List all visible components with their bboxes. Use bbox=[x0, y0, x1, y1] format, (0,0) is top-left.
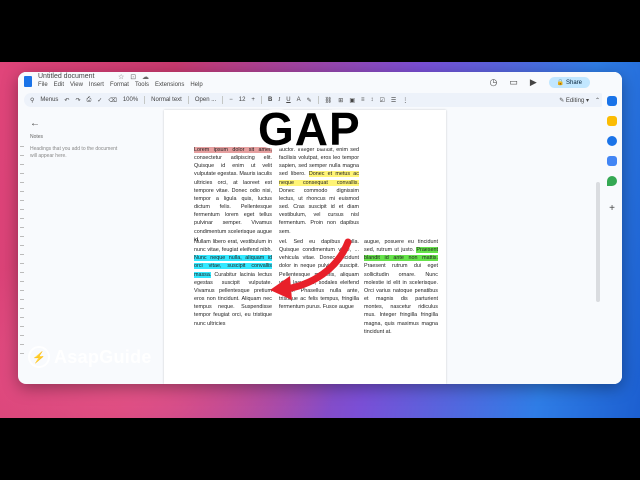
title-bar: Untitled document ☆ ⊡ ☁ File Edit View I… bbox=[18, 72, 622, 90]
paragraph-text: Praesent rutrum dui eget sollicitudin or… bbox=[364, 263, 438, 335]
align-icon[interactable]: ≡ bbox=[361, 97, 365, 103]
share-button[interactable]: 🔒 Share bbox=[548, 76, 590, 88]
menu-edit[interactable]: Edit bbox=[54, 82, 64, 88]
contacts-icon[interactable] bbox=[607, 156, 617, 166]
divider bbox=[144, 96, 146, 104]
meet-icon[interactable]: ▶ bbox=[530, 77, 537, 88]
red-arrow-icon bbox=[270, 238, 352, 300]
outline-hint: Headings that you add to the document wi… bbox=[30, 146, 118, 159]
letterbox-top bbox=[0, 0, 640, 62]
side-panel-rail: + bbox=[602, 72, 622, 384]
undo-icon[interactable]: ↶ bbox=[64, 97, 69, 104]
letterbox-bottom bbox=[0, 418, 640, 480]
font-size-decrease-icon[interactable]: − bbox=[229, 97, 233, 103]
menu-bar: File Edit View Insert Format Tools Exten… bbox=[38, 82, 203, 88]
column-1-bottom: Nullam libero erat, vestibulum in nunc v… bbox=[194, 238, 272, 328]
collapse-toolbar-icon[interactable]: ⌃ bbox=[595, 97, 600, 104]
redo-icon[interactable]: ↷ bbox=[75, 97, 80, 104]
outline-label: Notes bbox=[30, 134, 44, 140]
menu-view[interactable]: View bbox=[70, 82, 83, 88]
tasks-icon[interactable] bbox=[607, 136, 617, 146]
column-3-bottom: augue, posuere eu tincidunt sed, rutrum … bbox=[364, 238, 438, 336]
document-outline-panel: ← Notes Headings that you add to the doc… bbox=[18, 110, 163, 384]
divider bbox=[187, 96, 189, 104]
outline-back-icon[interactable]: ← bbox=[30, 118, 40, 129]
menu-help[interactable]: Help bbox=[190, 82, 202, 88]
paragraph-text: Donec commodo dignissim lectus, ut rhonc… bbox=[279, 187, 359, 235]
style-select[interactable]: Normal text bbox=[151, 97, 182, 103]
title-action-icons[interactable]: ☆ ⊡ ☁ bbox=[118, 73, 151, 81]
menu-tools[interactable]: Tools bbox=[135, 82, 149, 88]
font-select[interactable]: Open ... bbox=[195, 97, 216, 103]
brand-name: AsapGuide bbox=[54, 346, 152, 367]
search-menus-input[interactable]: Menus bbox=[40, 97, 58, 103]
font-size-increase-icon[interactable]: + bbox=[251, 97, 255, 103]
paragraph-text: consectetur adipiscing elit. Quisque id … bbox=[194, 155, 272, 243]
zoom-select[interactable]: 100% bbox=[123, 97, 138, 103]
brand-watermark: ⚡ AsapGuide bbox=[28, 346, 152, 368]
bullet-list-icon[interactable]: ☰ bbox=[391, 97, 396, 104]
document-scrollbar[interactable] bbox=[596, 182, 600, 302]
editing-mode-label: Editing bbox=[565, 97, 585, 104]
comment-icon[interactable]: ▭ bbox=[509, 77, 518, 88]
maps-icon[interactable] bbox=[607, 176, 617, 186]
menu-file[interactable]: File bbox=[38, 82, 48, 88]
keep-icon[interactable] bbox=[607, 116, 617, 126]
divider bbox=[222, 96, 224, 104]
document-title[interactable]: Untitled document bbox=[38, 73, 94, 80]
column-1-top: Lorem ipsum dolor sit amet, consectetur … bbox=[194, 146, 272, 244]
search-menus-icon[interactable]: ⚲ bbox=[30, 97, 34, 104]
more-icon[interactable]: ⋮ bbox=[402, 97, 408, 104]
overlay-title: GAP bbox=[258, 103, 361, 155]
share-label: Share bbox=[565, 79, 582, 86]
history-icon[interactable]: ◷ bbox=[490, 77, 498, 88]
line-spacing-icon[interactable]: ↕ bbox=[371, 97, 374, 103]
menu-format[interactable]: Format bbox=[110, 82, 129, 88]
menu-extensions[interactable]: Extensions bbox=[155, 82, 184, 88]
calendar-icon[interactable] bbox=[607, 96, 617, 106]
spellcheck-icon[interactable]: ✓ bbox=[97, 97, 102, 104]
print-icon[interactable]: ⎙ bbox=[86, 97, 91, 104]
add-addon-icon[interactable]: + bbox=[607, 204, 617, 214]
top-right-controls: ◷ ▭ ▶ 🔒 Share bbox=[490, 76, 614, 88]
checklist-icon[interactable]: ☑ bbox=[380, 97, 385, 104]
column-2-top: auctor. Integer blandit, enim sed facili… bbox=[279, 146, 359, 236]
vertical-ruler bbox=[20, 138, 24, 358]
font-size-input[interactable]: 12 bbox=[239, 97, 246, 103]
docs-logo-icon[interactable] bbox=[24, 76, 32, 87]
brand-logo-icon: ⚡ bbox=[28, 346, 50, 368]
paint-format-icon[interactable]: ⌫ bbox=[108, 97, 116, 104]
paragraph-text: Curabitur lacinia lectus egestas suscipi… bbox=[194, 271, 272, 327]
editing-mode-select[interactable]: ✎ Editing ▾ bbox=[559, 97, 589, 104]
menu-insert[interactable]: Insert bbox=[89, 82, 104, 88]
paragraph-text: Nullam libero erat, vestibulum in nunc v… bbox=[194, 239, 272, 254]
